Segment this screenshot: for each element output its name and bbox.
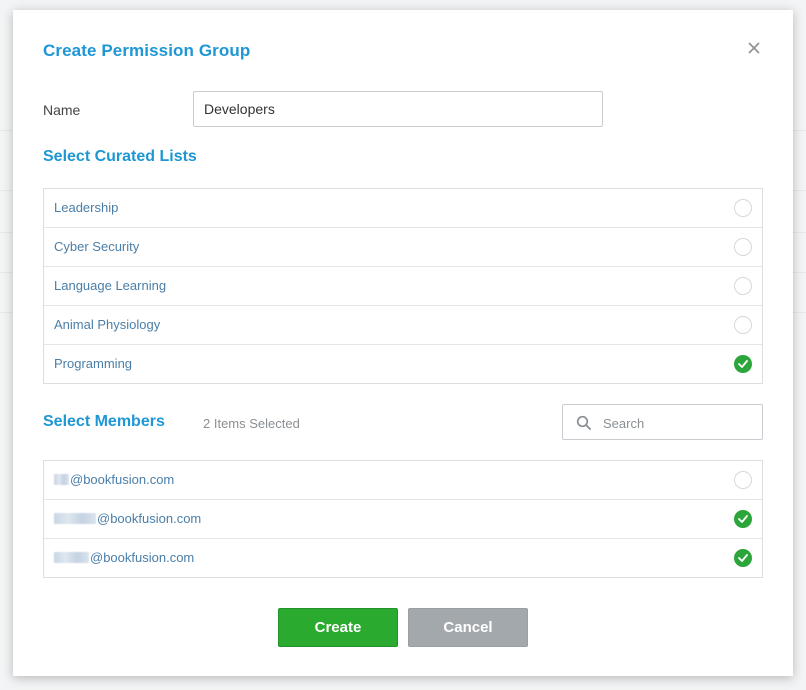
member-search bbox=[562, 404, 763, 441]
redacted-username bbox=[54, 552, 89, 563]
radio-unchecked-icon[interactable] bbox=[734, 316, 752, 334]
list-item-label: Animal Physiology bbox=[54, 317, 161, 332]
checkmark-icon bbox=[738, 554, 748, 562]
curated-lists-title: Select Curated Lists bbox=[43, 148, 197, 165]
members-list: @bookfusion.com @bookfusion.com @bookfus… bbox=[43, 460, 763, 578]
close-icon bbox=[748, 42, 760, 54]
redacted-username bbox=[54, 513, 96, 524]
name-label: Name bbox=[43, 102, 81, 118]
curated-list-item-cyber-security[interactable]: Cyber Security bbox=[44, 227, 762, 266]
redacted-username bbox=[54, 474, 69, 485]
close-button[interactable] bbox=[744, 38, 764, 58]
radio-unchecked-icon[interactable] bbox=[734, 199, 752, 217]
curated-list-item-language-learning[interactable]: Language Learning bbox=[44, 266, 762, 305]
members-title: Select Members bbox=[43, 413, 165, 430]
list-item-label: Programming bbox=[54, 356, 133, 371]
member-email-domain: @bookfusion.com bbox=[90, 550, 195, 565]
member-email: @bookfusion.com bbox=[54, 511, 201, 526]
check-circle-icon[interactable] bbox=[734, 549, 752, 567]
radio-unchecked-icon[interactable] bbox=[734, 471, 752, 489]
radio-unchecked-icon[interactable] bbox=[734, 238, 752, 256]
curated-list-item-animal-physiology[interactable]: Animal Physiology bbox=[44, 305, 762, 344]
member-row[interactable]: @bookfusion.com bbox=[44, 499, 762, 538]
member-email-domain: @bookfusion.com bbox=[97, 511, 202, 526]
search-input[interactable] bbox=[601, 405, 760, 441]
checkmark-icon bbox=[738, 515, 748, 523]
search-icon bbox=[576, 415, 591, 430]
member-row[interactable]: @bookfusion.com bbox=[44, 538, 762, 577]
member-email: @bookfusion.com bbox=[54, 550, 194, 565]
member-row[interactable]: @bookfusion.com bbox=[44, 461, 762, 499]
list-item-label: Language Learning bbox=[54, 278, 167, 293]
cancel-button[interactable]: Cancel bbox=[408, 608, 528, 647]
check-circle-icon[interactable] bbox=[734, 355, 752, 373]
list-item-label: Cyber Security bbox=[54, 239, 140, 254]
radio-unchecked-icon[interactable] bbox=[734, 277, 752, 295]
curated-list-item-leadership[interactable]: Leadership bbox=[44, 189, 762, 227]
member-email: @bookfusion.com bbox=[54, 472, 174, 487]
dialog-title: Create Permission Group bbox=[43, 41, 251, 60]
curated-lists: Leadership Cyber Security Language Learn… bbox=[43, 188, 763, 384]
selected-count: 2 Items Selected bbox=[203, 416, 300, 431]
check-circle-icon[interactable] bbox=[734, 510, 752, 528]
name-input[interactable] bbox=[193, 91, 603, 127]
create-permission-group-dialog: Create Permission Group Name Select Cura… bbox=[13, 10, 793, 676]
member-email-domain: @bookfusion.com bbox=[70, 472, 175, 487]
curated-list-item-programming[interactable]: Programming bbox=[44, 344, 762, 383]
checkmark-icon bbox=[738, 360, 748, 368]
list-item-label: Leadership bbox=[54, 200, 119, 215]
create-button[interactable]: Create bbox=[278, 608, 398, 647]
